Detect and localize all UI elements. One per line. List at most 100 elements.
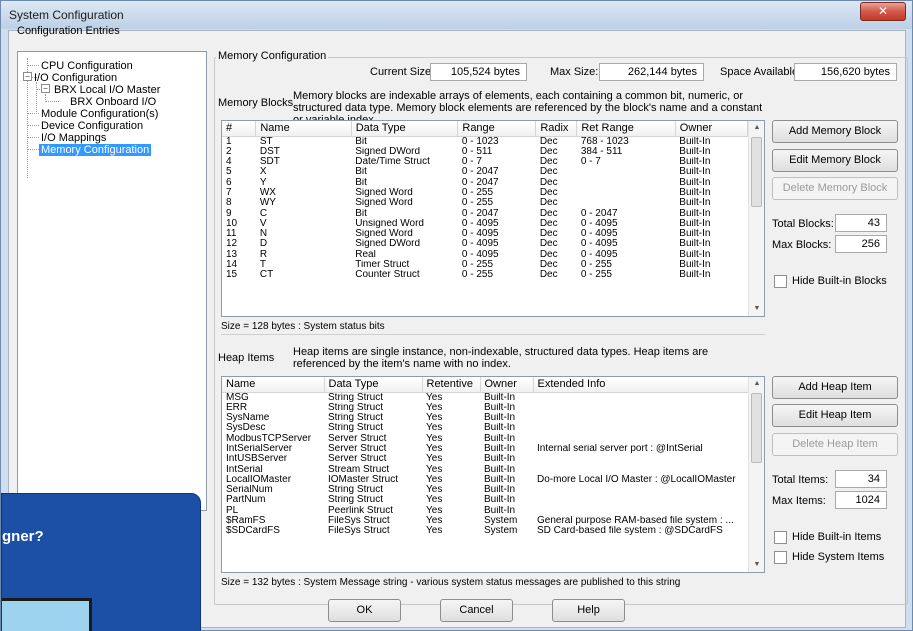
memory-blocks-scrollbar[interactable]: ▲ ▼ <box>748 121 764 316</box>
collapse-icon[interactable]: − <box>23 72 32 81</box>
table-cell: Yes <box>426 433 443 444</box>
memory-block-row[interactable]: 10 V Unsigned Word 0 - 4095 Dec 0 - 4095 Built… <box>222 219 764 229</box>
column-header-retentive[interactable]: Retentive <box>422 377 481 393</box>
configuration-entries-label: Configuration Entries <box>17 25 120 37</box>
memory-block-row[interactable]: 13 R Real 0 - 4095 Dec 0 - 4095 Built-In <box>222 250 764 260</box>
column-header-name[interactable]: Name <box>255 121 352 137</box>
table-cell: 0 - 255 <box>461 260 494 271</box>
hide-builtin-blocks-label[interactable]: Hide Built-in Blocks <box>792 275 887 287</box>
heap-item-row[interactable]: PartNum String Struct Yes Built-In <box>222 495 764 505</box>
memory-block-row[interactable]: 15 CT Counter Struct 0 - 255 Dec 0 - 255 Built… <box>222 270 764 280</box>
help-button[interactable]: Help <box>552 599 625 622</box>
table-cell: Yes <box>426 485 443 496</box>
system-configuration-window: System Configuration ✕ Configuration Ent… <box>0 0 913 631</box>
memory-block-row[interactable]: 1 ST Bit 0 - 1023 Dec 768 - 1023 Built-In <box>222 136 764 147</box>
scroll-down-arrow-icon[interactable]: ▼ <box>749 302 764 316</box>
column-header-owner[interactable]: Owner <box>675 121 748 137</box>
tree-item-memory-configuration[interactable]: Memory Configuration <box>39 144 152 156</box>
memory-block-row[interactable]: 8 WY Signed Word 0 - 255 Dec Built-In <box>222 198 764 208</box>
table-cell: ERR <box>226 402 248 413</box>
heap-items-scrollbar[interactable]: ▲ ▼ <box>748 377 764 572</box>
collapse-icon[interactable]: − <box>41 84 50 93</box>
column-header-data-type[interactable]: Data Type <box>351 121 459 137</box>
scroll-thumb[interactable] <box>751 137 762 207</box>
memory-block-row[interactable]: 6 Y Bit 0 - 2047 Dec Built-In <box>222 178 764 188</box>
table-cell: 0 - 511 <box>461 146 493 157</box>
scroll-thumb[interactable] <box>751 393 762 463</box>
configuration-tree[interactable]: CPU Configuration − I/O Configuration − … <box>17 51 207 511</box>
table-cell: 2 <box>226 146 232 157</box>
heap-items-list[interactable]: Name Data Type Retentive Owner Extended … <box>221 376 765 573</box>
add-memory-block-button[interactable]: Add Memory Block <box>772 120 898 143</box>
hide-system-items-checkbox[interactable] <box>774 551 787 564</box>
current-size-value: 105,524 bytes <box>430 63 527 81</box>
column-header-owner[interactable]: Owner <box>480 377 534 393</box>
heap-item-row[interactable]: IntSerial Stream Struct Yes Built-In <box>222 464 764 475</box>
add-heap-item-button[interactable]: Add Heap Item <box>772 376 898 399</box>
memory-block-row[interactable]: 9 C Bit 0 - 2047 Dec 0 - 2047 Built-In <box>222 209 764 219</box>
tree-item-io-mappings[interactable]: I/O Mappings <box>41 132 106 144</box>
column-header-ret-range[interactable]: Ret Range <box>576 121 676 137</box>
edit-memory-block-button[interactable]: Edit Memory Block <box>772 149 898 172</box>
heap-item-row[interactable]: MSG String Struct Yes Built-In <box>222 392 764 403</box>
table-cell: Signed Word <box>355 198 413 209</box>
hide-builtin-blocks-checkbox[interactable] <box>774 275 787 288</box>
heap-item-row[interactable]: $RamFS FileSys Struct Yes System General pur… <box>222 516 764 527</box>
column-header-number[interactable]: # <box>222 121 257 137</box>
table-cell: Stream Struct <box>328 464 390 475</box>
scroll-up-arrow-icon[interactable]: ▲ <box>749 121 764 135</box>
heap-item-row[interactable]: SysDesc String Struct Yes Built-In <box>222 423 764 433</box>
memory-block-row[interactable]: 5 X Bit 0 - 2047 Dec Built-In <box>222 167 764 177</box>
heap-item-row[interactable]: ERR String Struct Yes Built-In <box>222 402 764 413</box>
table-cell: 0 - 4095 <box>461 239 499 250</box>
heap-item-row[interactable]: LocalIOMaster IOMaster Struct Yes Built-In D… <box>222 474 764 485</box>
cancel-button[interactable]: Cancel <box>440 599 513 622</box>
promo-overlay[interactable]: gner? <box>1 493 201 631</box>
tree-item-brx-onboard-io[interactable]: BRX Onboard I/O <box>70 96 156 108</box>
column-header-extended-info[interactable]: Extended Info <box>533 377 751 393</box>
memory-blocks-list[interactable]: # Name Data Type Range Radix Ret Range O… <box>221 120 765 317</box>
edit-heap-item-button[interactable]: Edit Heap Item <box>772 404 898 427</box>
table-cell: IntUSBServer <box>226 454 288 465</box>
tree-item-device-configuration[interactable]: Device Configuration <box>41 120 143 132</box>
ok-button[interactable]: OK <box>328 599 401 622</box>
heap-item-row[interactable]: $SDCardFS FileSys Struct Yes System SD Card-… <box>222 526 764 536</box>
table-cell: Built-In <box>679 229 711 240</box>
table-cell: Built-In <box>484 474 516 485</box>
heap-item-row[interactable]: SerialNum String Struct Yes Built-In <box>222 485 764 496</box>
delete-heap-item-button[interactable]: Delete Heap Item <box>772 433 898 456</box>
scroll-down-arrow-icon[interactable]: ▼ <box>749 558 764 572</box>
delete-memory-block-button[interactable]: Delete Memory Block <box>772 177 898 200</box>
table-cell: Built-In <box>484 505 516 516</box>
heap-item-row[interactable]: SysName String Struct Yes Built-In <box>222 413 764 423</box>
column-header-data-type[interactable]: Data Type <box>324 377 423 393</box>
table-cell: Bit <box>355 167 367 178</box>
close-button[interactable]: ✕ <box>860 2 906 21</box>
memory-block-row[interactable]: 11 N Signed Word 0 - 4095 Dec 0 - 4095 Built-I… <box>222 229 764 239</box>
column-header-name[interactable]: Name <box>222 377 325 393</box>
hide-builtin-items-label[interactable]: Hide Built-in Items <box>792 531 881 543</box>
table-cell <box>533 413 750 423</box>
column-header-radix[interactable]: Radix <box>535 121 578 137</box>
heap-item-row[interactable]: ModbusTCPServer Server Struct Yes Built-In <box>222 433 764 444</box>
memory-block-row[interactable]: 2 DST Signed DWord 0 - 511 Dec 384 - 511 Built… <box>222 147 764 157</box>
tree-item-module-configuration[interactable]: Module Configuration(s) <box>41 108 158 120</box>
hide-builtin-items-checkbox[interactable] <box>774 531 787 544</box>
table-cell: System <box>484 516 518 527</box>
table-cell <box>533 495 750 505</box>
scroll-up-arrow-icon[interactable]: ▲ <box>749 377 764 391</box>
memory-block-row[interactable]: 4 SDT Date/Time Struct 0 - 7 Dec 0 - 7 Built-I… <box>222 157 764 167</box>
heap-item-row[interactable]: PL Peerlink Struct Yes Built-In <box>222 505 764 516</box>
heap-item-row[interactable]: IntUSBServer Server Struct Yes Built-In <box>222 454 764 465</box>
table-cell: String Struct <box>328 485 384 496</box>
memory-block-row[interactable]: 7 WX Signed Word 0 - 255 Dec Built-In <box>222 188 764 198</box>
hide-system-items-label[interactable]: Hide System Items <box>792 551 884 563</box>
tree-item-io-configuration[interactable]: I/O Configuration <box>34 72 117 84</box>
table-cell: 10 <box>226 218 238 229</box>
column-header-range[interactable]: Range <box>457 121 537 137</box>
heap-item-row[interactable]: IntSerialServer Server Struct Yes Built-In I… <box>222 444 764 454</box>
memory-block-row[interactable]: 14 T Timer Struct 0 - 255 Dec 0 - 255 Built-In <box>222 260 764 270</box>
tree-item-cpu-configuration[interactable]: CPU Configuration <box>41 60 133 72</box>
memory-block-row[interactable]: 12 D Signed DWord 0 - 4095 Dec 0 - 4095 Built-… <box>222 239 764 249</box>
tree-item-brx-local-io-master[interactable]: BRX Local I/O Master <box>54 84 160 96</box>
